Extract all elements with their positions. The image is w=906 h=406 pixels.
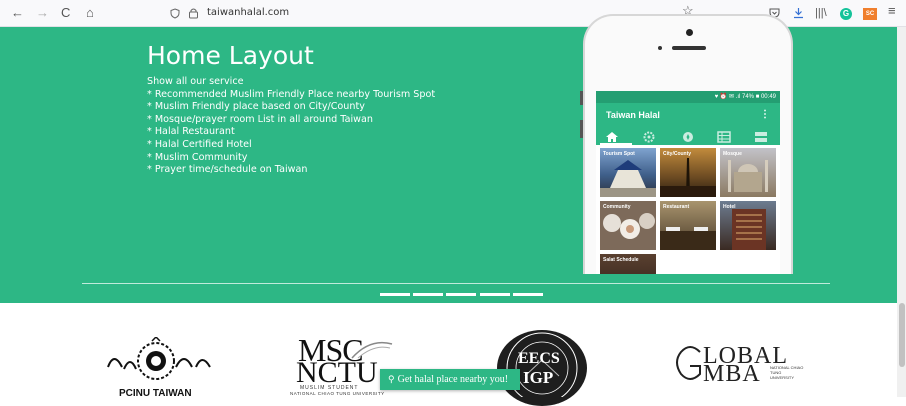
phone-speaker [672, 46, 706, 50]
map-pin-icon: ⚲ [388, 374, 395, 384]
tourism-spot-tile[interactable]: Tourism Spot [600, 148, 656, 197]
lock-icon[interactable] [188, 7, 199, 19]
hero-title: Home Layout [147, 41, 314, 70]
compass-tab-icon[interactable] [681, 131, 701, 143]
tracking-shield-icon[interactable] [170, 8, 180, 19]
tile-label: City/County [663, 151, 692, 157]
msc-university: NATIONAL CHIAO TUNG UNIVERSITY [290, 391, 385, 396]
hamburger-menu-icon[interactable]: ≡ [888, 4, 896, 18]
settings-tab-icon[interactable] [642, 131, 662, 143]
service-item: * Muslim Friendly place based on City/Co… [147, 101, 365, 113]
tile-label: Restaurant [663, 204, 690, 210]
msc-logo-bottom: NCTU [296, 356, 378, 389]
scrollbar-thumb[interactable] [899, 303, 905, 367]
service-intro: Show all our service [147, 76, 244, 87]
back-arrow-icon[interactable]: ← [11, 5, 24, 21]
phone-status-bar: ♥ ⏰ ✉ .ıl 74% ■ 00:49 [596, 91, 780, 103]
community-tile[interactable]: Community [600, 201, 656, 250]
salat-schedule-tile[interactable]: Salat Schedule [600, 254, 656, 274]
reload-icon[interactable]: C [61, 5, 70, 21]
gmba-subtitle: NATIONAL CHIAO TUNG UNIVERSITY [770, 365, 804, 380]
service-item: * Halal Restaurant [147, 126, 235, 138]
forward-arrow-icon[interactable]: → [36, 5, 49, 21]
pcinu-caption: PCINU TAIWAN [119, 388, 192, 399]
slide-indicator-2[interactable] [413, 293, 443, 296]
overflow-menu-icon[interactable]: ⋮ [760, 109, 770, 120]
slide-indicator-1[interactable] [380, 293, 410, 296]
tile-label: Salat Schedule [603, 257, 639, 263]
list-tab-icon[interactable] [717, 131, 737, 143]
download-icon[interactable] [793, 7, 804, 19]
restaurant-tile[interactable]: Restaurant [660, 201, 716, 250]
service-list: Show all our service * Recommended Musli… [147, 76, 435, 177]
service-item: * Muslim Community [147, 151, 248, 163]
slide-indicator-4[interactable] [480, 293, 510, 296]
service-item: * Halal Certified Hotel [147, 138, 252, 150]
nearby-halal-button[interactable]: ⚲ Get halal place nearby you! [380, 369, 520, 390]
library-icon[interactable]: |||\ [815, 6, 827, 20]
slide-indicator-5[interactable] [513, 293, 543, 296]
tile-label: Tourism Spot [603, 151, 635, 157]
app-screen: ♥ ⏰ ✉ .ıl 74% ■ 00:49 Taiwan Halal ⋮ Tou… [596, 91, 780, 274]
pcinu-logo [107, 337, 211, 380]
extension-icon[interactable]: SC [863, 8, 877, 20]
nearby-halal-label: Get halal place nearby you! [397, 374, 509, 385]
service-item: * Recommended Muslim Friendly Place near… [147, 88, 436, 100]
service-item: * Mosque/prayer room List in all around … [147, 113, 373, 125]
gmba-logo-bottom: MBA [703, 361, 761, 387]
card-tab-icon[interactable] [754, 131, 774, 143]
app-toolbar: Taiwan Halal ⋮ [596, 103, 780, 145]
tile-label: Community [603, 204, 631, 210]
home-icon[interactable]: ⌂ [86, 5, 94, 21]
active-tab-indicator [600, 143, 632, 145]
phone-camera [686, 29, 693, 36]
city-county-tile[interactable]: City/County [660, 148, 716, 197]
address-bar-url[interactable]: taiwanhalal.com [207, 7, 289, 18]
eecs-title: EECS [518, 350, 560, 367]
igp-title: IGP [523, 368, 554, 387]
service-item: * Prayer time/schedule on Taiwan [147, 164, 308, 176]
mosque-tile[interactable]: Mosque [720, 148, 776, 197]
gmba-g-logo [676, 346, 701, 380]
tile-label: Mosque [723, 151, 742, 157]
hotel-tile[interactable]: Hotel [720, 201, 776, 250]
phone-sensor [658, 46, 662, 50]
grammarly-extension-icon[interactable]: G [840, 8, 852, 20]
app-title: Taiwan Halal [606, 110, 660, 120]
hero-divider [82, 283, 830, 284]
slide-indicator-3[interactable] [446, 293, 476, 296]
home-tab-icon[interactable] [605, 131, 625, 143]
tile-label: Hotel [723, 204, 736, 210]
